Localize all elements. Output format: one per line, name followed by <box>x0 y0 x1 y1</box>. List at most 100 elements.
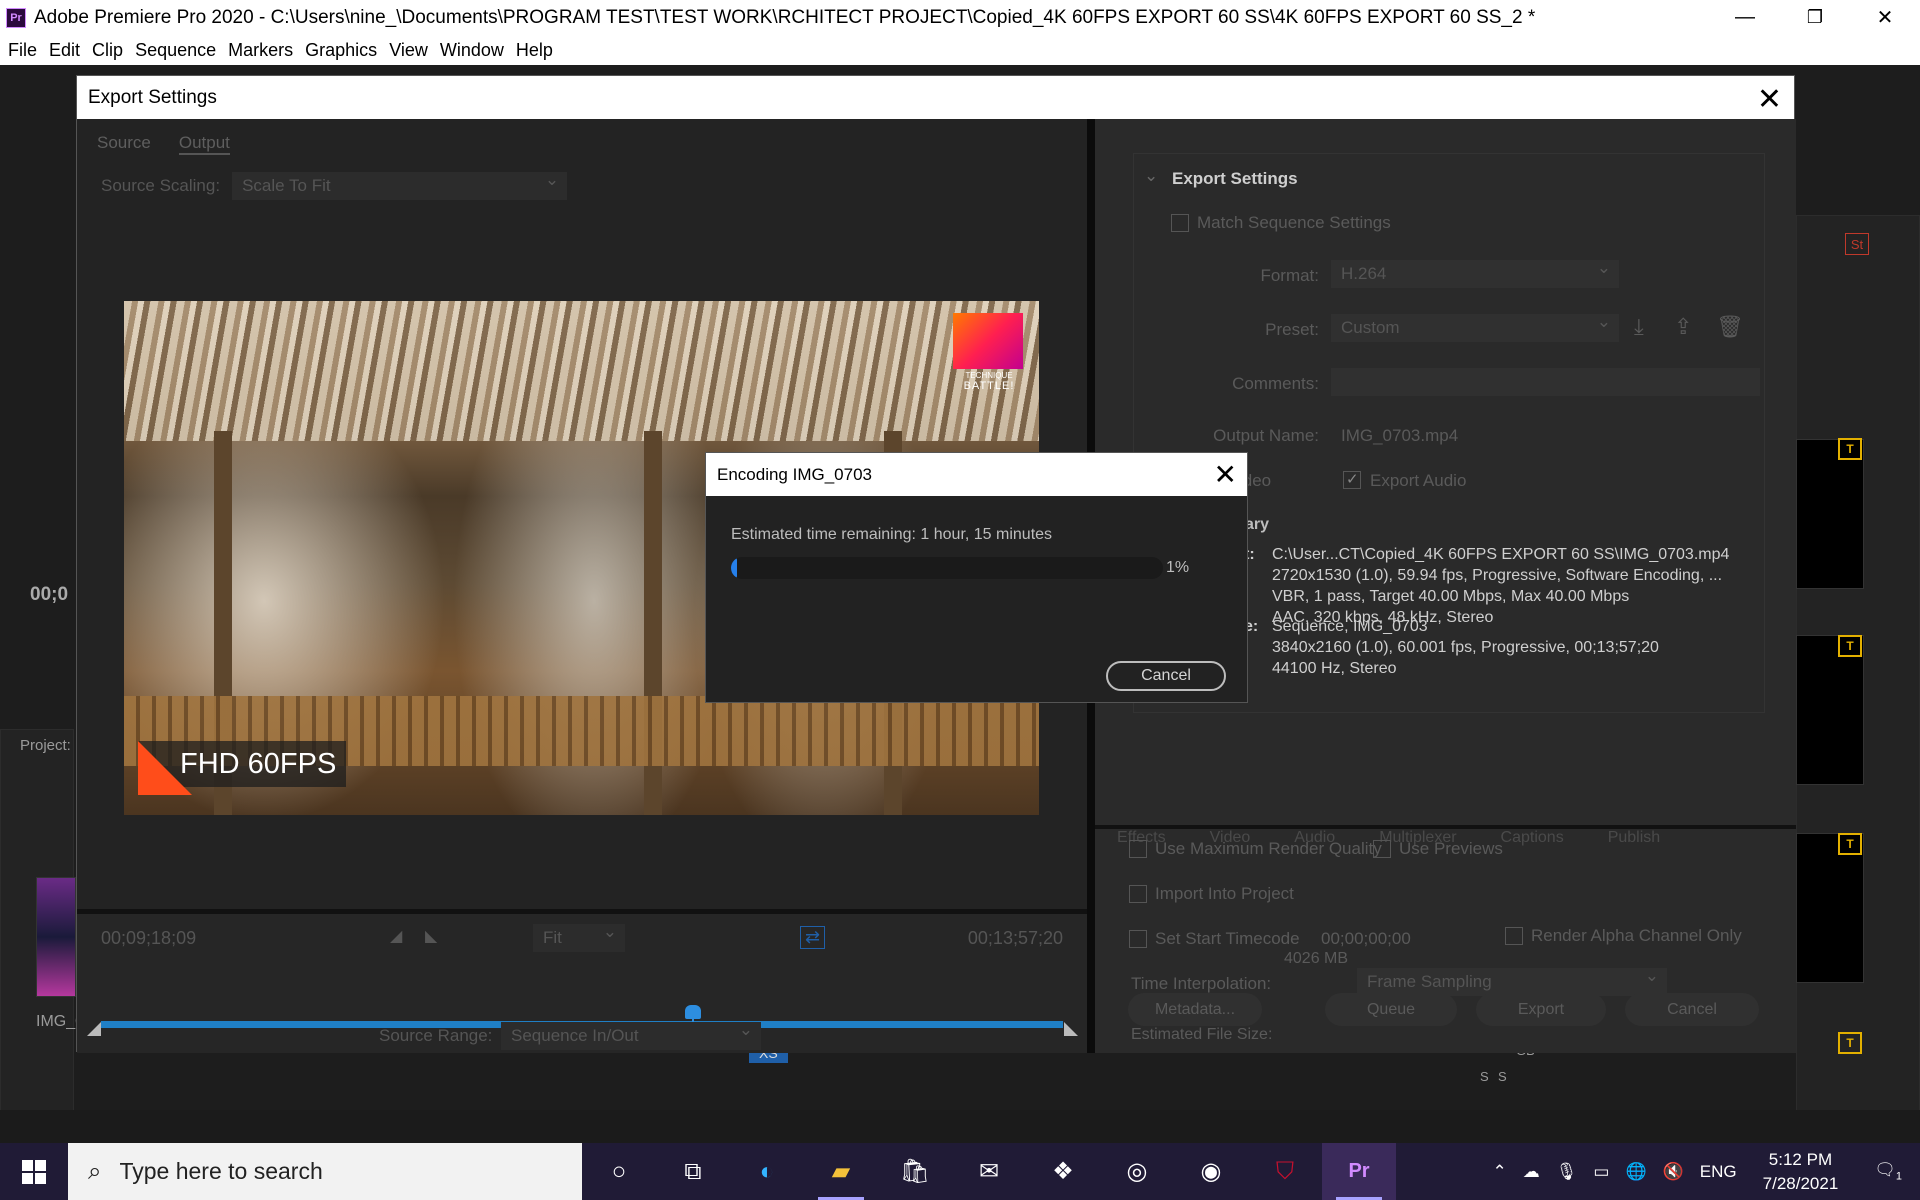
menu-graphics[interactable]: Graphics <box>301 40 385 61</box>
task-view-icon[interactable]: ⧉ <box>656 1143 730 1200</box>
brand-logo: TECHNIQUE BATTLE! <box>953 313 1025 395</box>
collapse-chevron-icon[interactable]: ⌄ <box>1144 166 1158 186</box>
edge-icon[interactable]: ◐ <box>730 1143 804 1200</box>
export-cancel-button[interactable]: Cancel <box>1625 993 1759 1026</box>
project-thumbnail[interactable] <box>36 877 76 997</box>
queue-button[interactable]: Queue <box>1325 993 1457 1026</box>
brand-logo-text: BATTLE! <box>963 380 1015 392</box>
network-icon[interactable]: 🌐 <box>1617 1162 1654 1182</box>
match-sequence-checkbox[interactable] <box>1171 214 1189 232</box>
menu-help[interactable]: Help <box>512 40 561 61</box>
delete-preset-icon[interactable]: 🗑 <box>1716 314 1744 340</box>
timecode-out[interactable]: 00;13;57;20 <box>968 928 1063 949</box>
clip-thumbnail-1[interactable] <box>1796 439 1864 589</box>
preview-timeline: 00;09;18;09 ◢ ◣ Fit ⇄ 00;13;57;20 Source… <box>77 909 1087 1053</box>
language-indicator[interactable]: ENG <box>1692 1162 1745 1182</box>
menu-clip[interactable]: Clip <box>88 40 131 61</box>
file-explorer-icon[interactable]: ▰ <box>804 1143 878 1200</box>
menu-edit[interactable]: Edit <box>45 40 88 61</box>
menu-file[interactable]: File <box>4 40 45 61</box>
source-range-dropdown[interactable]: Sequence In/Out <box>501 1020 761 1050</box>
thatch-roof <box>124 301 1039 441</box>
solo-label-1[interactable]: S <box>1480 1069 1489 1084</box>
microphone-icon[interactable]: 🎙 <box>1548 1162 1586 1182</box>
clip-thumbnail-2[interactable] <box>1796 635 1864 785</box>
premiere-icon[interactable]: Pr <box>1322 1143 1396 1200</box>
source-scaling-label: Source Scaling: <box>101 176 221 195</box>
export-audio-checkbox[interactable] <box>1343 470 1361 489</box>
cortana-icon[interactable]: ○ <box>582 1143 656 1200</box>
mcafee-icon[interactable]: ⛉ <box>1248 1143 1322 1200</box>
summary-source-line: 44100 Hz, Stereo <box>1272 660 1397 677</box>
tab-publish[interactable]: Publish <box>1608 829 1660 849</box>
tab-captions[interactable]: Captions <box>1501 829 1564 849</box>
menu-sequence[interactable]: Sequence <box>131 40 224 61</box>
battery-icon[interactable]: ▭ <box>1585 1162 1617 1182</box>
menu-window[interactable]: Window <box>436 40 512 61</box>
in-point-handle[interactable] <box>87 1022 101 1036</box>
dropbox-icon[interactable]: ❖ <box>1026 1143 1100 1200</box>
preset-dropdown[interactable]: Custom <box>1331 312 1619 342</box>
summary-source-line: Sequence, IMG_0703 <box>1272 618 1428 635</box>
tab-output[interactable]: Output <box>178 133 230 155</box>
aspect-correction-icon[interactable]: ⇄ <box>800 926 826 949</box>
summary-source-line: 3840x2160 (1.0), 60.001 fps, Progressive… <box>1272 639 1659 656</box>
project-panel-label: Project: <box>20 737 71 754</box>
output-name-link[interactable]: IMG_0703.mp4 <box>1341 426 1458 446</box>
store-icon[interactable]: 🛍 <box>878 1143 952 1200</box>
onedrive-icon[interactable]: ☁ <box>1515 1162 1548 1182</box>
notification-icon[interactable]: 🗨1 <box>1856 1160 1920 1182</box>
start-timecode-value[interactable]: 00;00;00;00 <box>1321 929 1411 949</box>
close-button[interactable]: ✕ <box>1850 0 1920 35</box>
save-preset-icon[interactable]: ⤓ <box>1634 314 1644 340</box>
menu-markers[interactable]: Markers <box>224 40 301 61</box>
preset-label: Preset: <box>1265 320 1319 339</box>
tray-overflow-icon[interactable]: ⌃ <box>1485 1162 1515 1182</box>
volume-muted-icon[interactable]: 🔇 <box>1655 1162 1692 1182</box>
import-into-project-checkbox[interactable] <box>1129 885 1147 903</box>
app-icon[interactable]: ◎ <box>1100 1143 1174 1200</box>
mark-out-icon[interactable]: ◣ <box>425 926 437 946</box>
encoding-close-icon[interactable]: ✕ <box>1214 458 1237 491</box>
menu-view[interactable]: View <box>385 40 436 61</box>
timecode-in[interactable]: 00;09;18;09 <box>101 928 196 949</box>
use-previews-checkbox[interactable] <box>1373 840 1391 858</box>
restore-button[interactable]: ❐ <box>1780 0 1850 35</box>
clip-thumbnail-3[interactable] <box>1796 833 1864 983</box>
title-warning-icon: T <box>1838 438 1862 460</box>
format-label: Format: <box>1260 266 1319 285</box>
import-into-project-label: Import Into Project <box>1155 884 1294 903</box>
start-timecode-checkbox[interactable] <box>1129 930 1147 948</box>
export-dialog-close-icon[interactable]: ✕ <box>1757 82 1782 117</box>
minimize-button[interactable]: — <box>1710 0 1780 35</box>
taskbar-search[interactable]: ⌕ Type here to search <box>68 1143 582 1200</box>
tab-source[interactable]: Source <box>97 133 151 155</box>
source-scaling-row: Source Scaling: Scale To Fit <box>101 170 568 200</box>
fit-dropdown[interactable]: Fit <box>533 922 625 952</box>
search-icon: ⌕ <box>88 1157 102 1185</box>
comments-input[interactable] <box>1331 368 1760 396</box>
summary-output-line: 2720x1530 (1.0), 59.94 fps, Progressive,… <box>1272 567 1723 584</box>
render-alpha-checkbox[interactable] <box>1505 927 1523 945</box>
windows-logo-icon <box>22 1159 46 1184</box>
match-sequence-label: Match Sequence Settings <box>1197 213 1391 232</box>
export-button[interactable]: Export <box>1476 993 1606 1026</box>
metadata-button[interactable]: Metadata... <box>1128 993 1262 1026</box>
max-render-quality-checkbox[interactable] <box>1129 840 1147 858</box>
time-interpolation-dropdown[interactable]: Frame Sampling <box>1357 966 1667 996</box>
source-scaling-dropdown[interactable]: Scale To Fit <box>232 170 568 200</box>
steam-icon[interactable]: ◉ <box>1174 1143 1248 1200</box>
solo-label-2[interactable]: S <box>1498 1069 1507 1084</box>
import-preset-icon[interactable]: ⇪ <box>1674 314 1692 340</box>
use-previews-label: Use Previews <box>1399 839 1503 858</box>
encoding-progress-fill <box>731 557 738 579</box>
mail-icon[interactable]: ✉ <box>952 1143 1026 1200</box>
start-timecode-label: Set Start Timecode <box>1155 929 1300 948</box>
encoding-cancel-button[interactable]: Cancel <box>1106 661 1226 691</box>
out-point-handle[interactable] <box>1064 1022 1078 1036</box>
mark-in-icon[interactable]: ◢ <box>390 926 402 946</box>
start-button[interactable] <box>0 1143 68 1200</box>
system-tray: ⌃ ☁ 🎙 ▭ 🌐 🔇 ENG 5:12 PM 7/28/2021 🗨1 <box>1485 1143 1920 1200</box>
format-dropdown[interactable]: H.264 <box>1331 258 1619 288</box>
clock[interactable]: 5:12 PM 7/28/2021 <box>1745 1148 1857 1196</box>
